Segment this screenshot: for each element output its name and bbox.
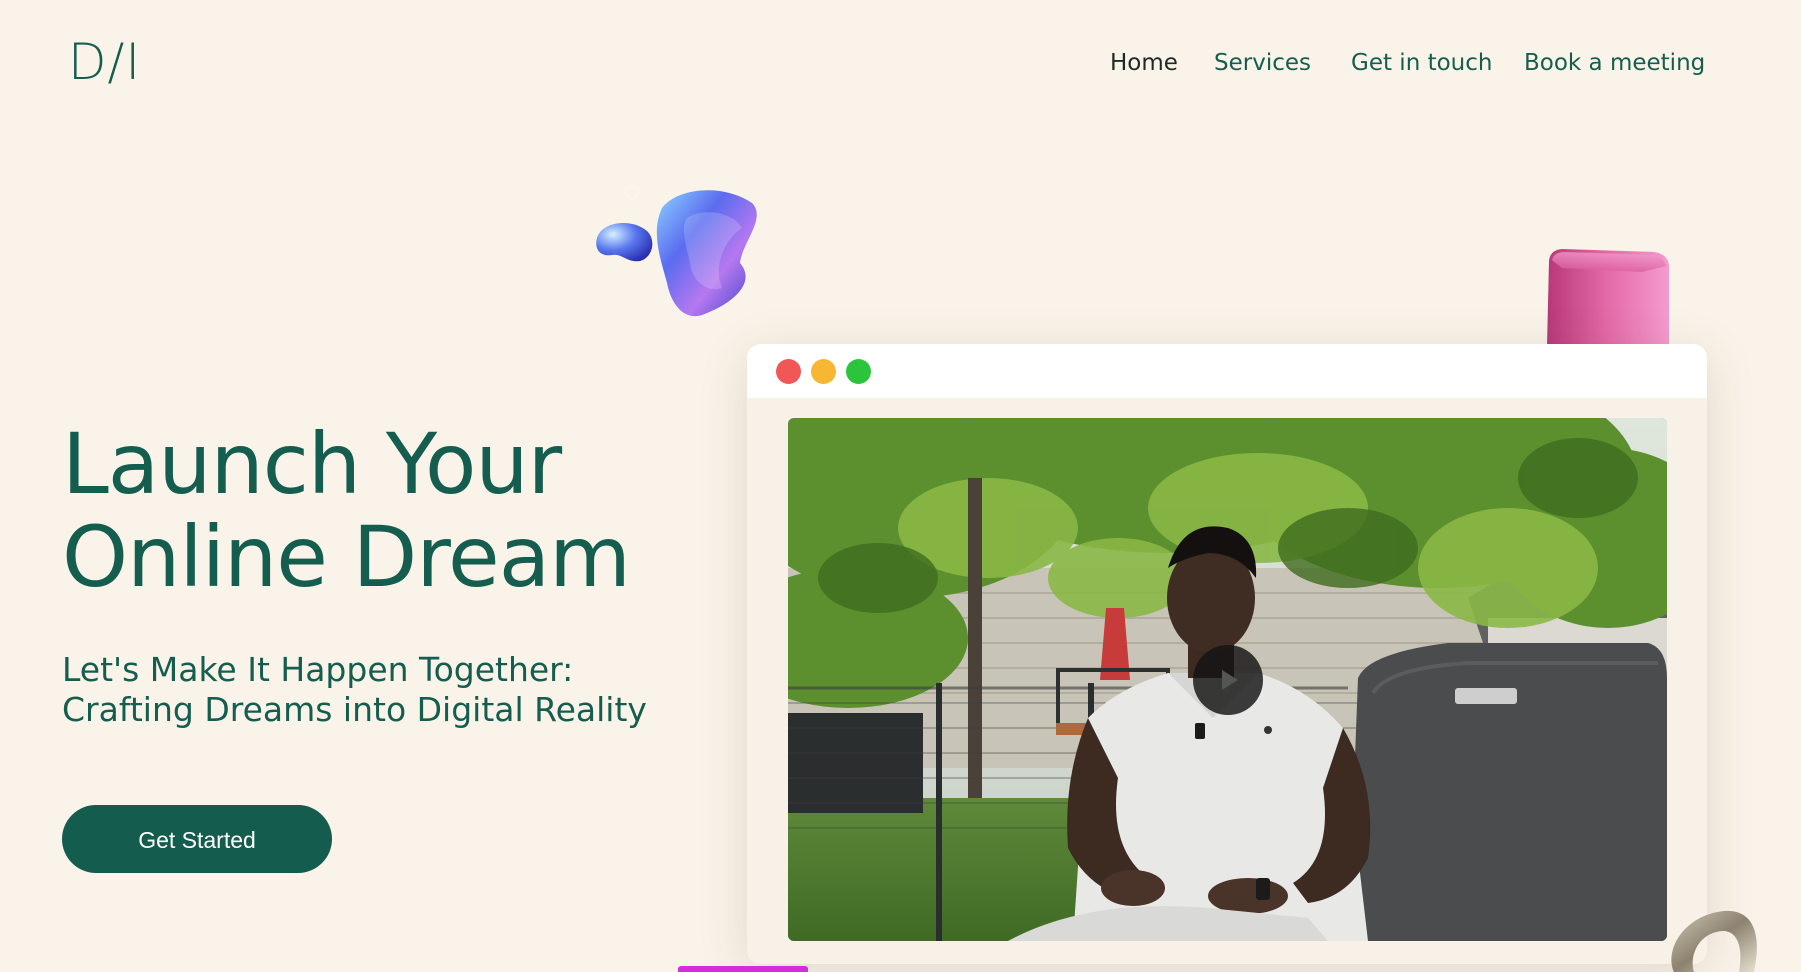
nav-book-meeting[interactable]: Book a meeting (1524, 46, 1705, 80)
window-minimize-dot (811, 359, 836, 384)
window-maximize-dot (846, 359, 871, 384)
window-close-dot (776, 359, 801, 384)
nav-services[interactable]: Services (1214, 46, 1311, 80)
main-nav: Home Services Get in touch Book a meetin… (0, 46, 1801, 80)
hero-subtitle-line-1: Let's Make It Happen Together: (62, 650, 574, 689)
nav-home[interactable]: Home (1110, 46, 1178, 80)
hero-title: Launch Your Online Dream (62, 415, 631, 606)
hero-title-line-2: Online Dream (62, 508, 631, 606)
video-player[interactable] (788, 418, 1667, 941)
window-title-bar (747, 344, 1707, 398)
pink-cube-decoration (1547, 249, 1669, 346)
browser-window-mockup (747, 344, 1707, 964)
iridescent-blob-decoration (596, 186, 757, 317)
hero-title-line-1: Launch Your (62, 415, 562, 513)
play-icon (1222, 670, 1238, 690)
torus-ring-decoration (1671, 910, 1757, 972)
hero-subtitle: Let's Make It Happen Together: Crafting … (62, 650, 647, 730)
hero-subtitle-line-2: Crafting Dreams into Digital Reality (62, 690, 647, 729)
nav-get-in-touch[interactable]: Get in touch (1351, 46, 1492, 80)
play-button[interactable] (1193, 645, 1263, 715)
magenta-accent-bar (678, 966, 808, 972)
get-started-button[interactable]: Get Started (62, 805, 332, 873)
